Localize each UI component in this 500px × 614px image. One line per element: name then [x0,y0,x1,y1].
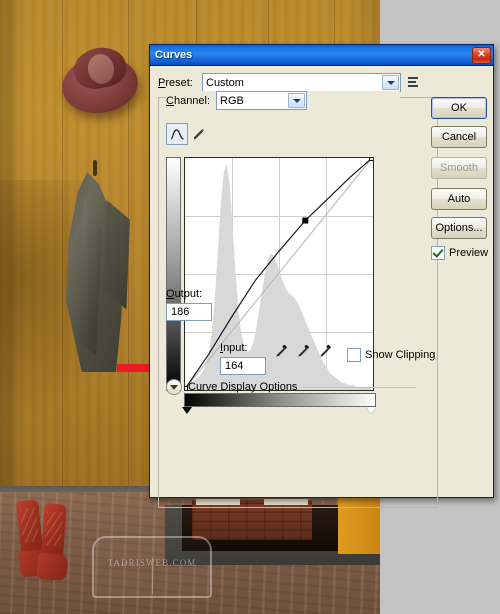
input-block: Input: 164 [220,342,266,375]
chevron-down-icon[interactable] [382,75,399,90]
white-point-marker[interactable] [366,407,376,414]
preview-checkbox[interactable]: Preview [431,246,489,260]
close-icon[interactable]: ✕ [472,46,491,64]
dialog-body: Preset: Custom Channel: RGB Output: 186 … [150,66,493,508]
channel-value: RGB [220,94,244,107]
preset-label: Preset: [158,76,193,89]
curves-dialog: Curves ✕ Preset: Custom Channel: RGB Out… [149,44,494,508]
preset-dropdown[interactable]: Custom [202,73,401,92]
output-value: 186 [171,306,190,318]
dialog-titlebar[interactable]: Curves ✕ [150,45,493,66]
pencil-icon [193,128,204,139]
channel-label: Channel: [166,94,211,107]
input-value: 164 [225,360,244,372]
preview-label: Preview [449,247,489,259]
white-point-eyedropper[interactable] [318,343,332,359]
curve-display-options[interactable]: Curve Display Options [166,379,416,395]
preset-row: Preset: Custom [158,73,428,92]
curve-control-point[interactable] [302,217,309,224]
curve-icon [170,128,184,140]
curve-tools [166,123,208,145]
dialog-title: Curves [155,49,193,61]
output-field[interactable]: 186 [166,303,212,321]
smooth-button: Smooth [431,157,487,179]
eyedropper-tools [274,343,332,359]
black-point-eyedropper[interactable] [274,343,288,359]
arrow-shaft [117,364,152,372]
black-point-marker[interactable] [182,407,192,414]
gray-point-eyedropper[interactable] [296,343,310,359]
watermark-text: TADRISWEB.COM [107,558,197,568]
channel-row: Channel: RGB [166,91,400,110]
divider [303,386,416,388]
wall-hook [93,160,97,176]
chevron-down-icon[interactable] [288,93,305,108]
watermark: TADRISWEB.COM [92,536,212,598]
dialog-buttons: OK Cancel Smooth Auto Options... Preview [431,97,489,260]
input-field[interactable]: 164 [220,357,266,375]
eyedropper-icon [298,344,309,357]
cancel-button[interactable]: Cancel [431,126,487,148]
curve-graph [166,149,378,414]
show-clipping-checkbox[interactable]: Show Clipping [347,348,435,362]
output-block: Output: 186 [166,288,212,321]
chevron-down-icon[interactable] [166,379,182,395]
ok-button[interactable]: OK [431,97,487,119]
curve-control-point[interactable] [369,158,374,161]
vertical-gradient-bar [166,157,181,391]
boot-stitching [19,507,40,544]
curve-display-options-label: Curve Display Options [188,381,298,393]
eyedropper-icon [320,344,331,357]
checkbox-box[interactable] [347,348,361,362]
preset-menu-icon[interactable] [406,76,420,90]
options-button[interactable]: Options... [431,217,487,239]
curve-tool-button[interactable] [166,123,188,145]
horizontal-gradient-bar [184,393,376,407]
boot-stitching [44,511,64,547]
preset-value: Custom [206,76,244,89]
eyedropper-icon [276,344,287,357]
input-label: Input: [220,342,248,354]
show-clipping-label: Show Clipping [365,349,436,361]
cowboy-boot-right [36,503,70,583]
channel-dropdown[interactable]: RGB [216,91,307,110]
boot-foot [36,552,69,581]
output-label: Output: [166,288,203,300]
pencil-tool-button[interactable] [188,124,208,144]
checkbox-box[interactable] [431,246,445,260]
auto-button[interactable]: Auto [431,188,487,210]
